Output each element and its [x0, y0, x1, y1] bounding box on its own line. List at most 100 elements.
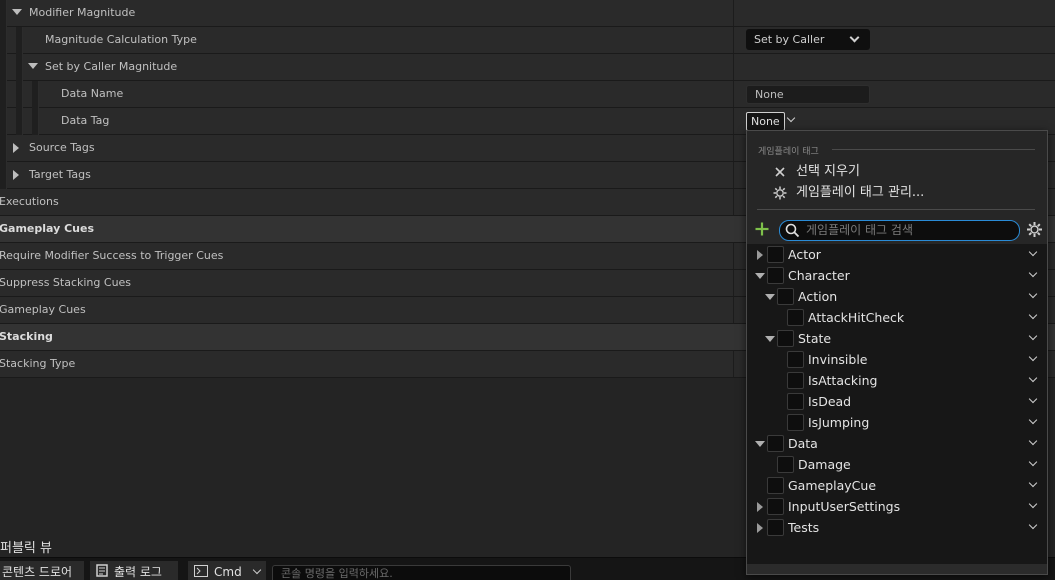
tag-label: Tests: [788, 520, 820, 535]
tag-node-inputusersettings[interactable]: InputUserSettings: [747, 496, 1047, 517]
tag-checkbox[interactable]: [767, 498, 784, 515]
indent-guide: [0, 27, 7, 54]
property-row-data-name: Data Name None: [0, 81, 1055, 108]
tag-label: Invinsible: [808, 352, 868, 367]
expand-arrow-icon[interactable]: [12, 9, 22, 15]
tag-node-data[interactable]: Data: [747, 433, 1047, 454]
chevron-down-icon[interactable]: [1028, 478, 1038, 488]
value-column: Set by Caller: [733, 27, 1055, 53]
chevron-down-icon[interactable]: [1028, 373, 1038, 383]
dropdown-value: Set by Caller: [754, 33, 825, 46]
indent-guide: [0, 108, 7, 135]
tag-node-tests[interactable]: Tests: [747, 517, 1047, 538]
expand-arrow-icon[interactable]: [28, 63, 38, 69]
output-log-icon: [96, 562, 108, 580]
chevron-down-icon[interactable]: [1028, 352, 1038, 362]
tag-checkbox[interactable]: [787, 393, 804, 410]
tag-checkbox[interactable]: [787, 372, 804, 389]
tag-checkbox[interactable]: [767, 477, 784, 494]
data-name-field[interactable]: None: [746, 85, 870, 104]
indent-guide: [0, 135, 7, 162]
search-icon: [785, 223, 800, 238]
chevron-down-icon[interactable]: [1028, 268, 1038, 278]
chevron-down-icon[interactable]: [1028, 436, 1038, 446]
property-label: Set by Caller Magnitude: [45, 60, 178, 73]
tag-checkbox[interactable]: [777, 288, 794, 305]
cmd-dropdown[interactable]: Cmd: [188, 561, 266, 580]
value-column: [733, 54, 1055, 80]
tag-label: Actor: [788, 247, 821, 262]
expand-arrow-icon[interactable]: [757, 502, 763, 512]
property-row-modifier-magnitude[interactable]: Modifier Magnitude: [0, 0, 1055, 27]
tag-checkbox[interactable]: [787, 414, 804, 431]
tag-node-action[interactable]: Action: [747, 286, 1047, 307]
tag-checkbox[interactable]: [767, 246, 784, 263]
property-label: Source Tags: [29, 141, 95, 154]
expand-arrow-icon[interactable]: [765, 294, 775, 300]
chevron-down-icon[interactable]: [1028, 415, 1038, 425]
tag-node-isdead[interactable]: IsDead: [747, 391, 1047, 412]
value-column: [733, 0, 1055, 26]
property-label: Executions: [0, 195, 59, 208]
property-label: Require Modifier Success to Trigger Cues: [0, 249, 224, 262]
manage-tags-label: 게임플레이 태그 관리...: [796, 185, 925, 200]
expand-arrow-icon[interactable]: [755, 441, 765, 447]
tag-node-attackhitcheck[interactable]: AttackHitCheck: [747, 307, 1047, 328]
tag-node-damage[interactable]: Damage: [747, 454, 1047, 475]
tag-checkbox[interactable]: [787, 351, 804, 368]
chevron-down-icon[interactable]: [1028, 499, 1038, 509]
settings-gear-icon[interactable]: [1026, 221, 1043, 238]
value-column: None: [733, 81, 1055, 107]
tag-node-character[interactable]: Character: [747, 265, 1047, 286]
property-label: Magnitude Calculation Type: [45, 33, 197, 46]
tag-checkbox[interactable]: [787, 309, 804, 326]
tag-label: IsDead: [808, 394, 852, 409]
tag-node-actor[interactable]: Actor: [747, 244, 1047, 265]
expand-arrow-icon[interactable]: [13, 143, 19, 153]
expand-arrow-icon[interactable]: [757, 523, 763, 533]
property-label: Data Tag: [61, 114, 110, 127]
chevron-down-icon[interactable]: [1028, 289, 1038, 299]
output-log-label: 출력 로그: [114, 565, 162, 579]
expand-arrow-icon[interactable]: [755, 273, 765, 279]
chevron-down-icon[interactable]: [1028, 394, 1038, 404]
tag-checkbox[interactable]: [767, 435, 784, 452]
chevron-down-icon[interactable]: [1028, 247, 1038, 257]
tag-checkbox[interactable]: [777, 456, 794, 473]
tag-checkbox[interactable]: [767, 519, 784, 536]
expand-arrow-icon[interactable]: [765, 336, 775, 342]
public-view-label[interactable]: 퍼블릭 뷰: [0, 537, 52, 556]
chevron-down-icon[interactable]: [1028, 520, 1038, 530]
tag-checkbox[interactable]: [777, 330, 794, 347]
tag-label: IsJumping: [808, 415, 870, 430]
tag-checkbox[interactable]: [767, 267, 784, 284]
chevron-down-icon[interactable]: [786, 113, 796, 123]
indent-guide: [0, 162, 7, 189]
expand-arrow-icon[interactable]: [13, 170, 19, 180]
chevron-down-icon[interactable]: [1028, 331, 1038, 341]
tag-node-state[interactable]: State: [747, 328, 1047, 349]
indent-guide: [0, 0, 7, 27]
expand-arrow-icon[interactable]: [757, 250, 763, 260]
tag-label: Action: [798, 289, 838, 304]
section-divider: [832, 149, 1035, 150]
tag-node-isattacking[interactable]: IsAttacking: [747, 370, 1047, 391]
indent-guide: [16, 54, 23, 81]
tag-search-input[interactable]: 게임플레이 태그 검색: [779, 220, 1020, 241]
output-log-tab[interactable]: 출력 로그: [90, 561, 178, 580]
property-label: Gameplay Cues: [0, 303, 86, 316]
tag-node-invinsible[interactable]: Invinsible: [747, 349, 1047, 370]
data-tag-button[interactable]: None: [746, 112, 785, 131]
add-tag-icon[interactable]: [754, 221, 770, 237]
chevron-down-icon[interactable]: [1028, 310, 1038, 320]
tag-node-isjumping[interactable]: IsJumping: [747, 412, 1047, 433]
magnitude-type-dropdown[interactable]: Set by Caller: [746, 29, 870, 50]
tag-node-gameplaycue[interactable]: GameplayCue: [747, 475, 1047, 496]
indent-guide: [32, 81, 39, 108]
property-label: Data Name: [61, 87, 124, 100]
chevron-down-icon[interactable]: [1028, 457, 1038, 467]
tag-label: Character: [788, 268, 850, 283]
console-command-input[interactable]: 콘솔 명령을 입력하세요.: [272, 565, 571, 580]
content-drawer-tab[interactable]: 콘텐츠 드로어: [0, 561, 84, 580]
property-row-set-by-caller-magnitude[interactable]: Set by Caller Magnitude: [0, 54, 1055, 81]
